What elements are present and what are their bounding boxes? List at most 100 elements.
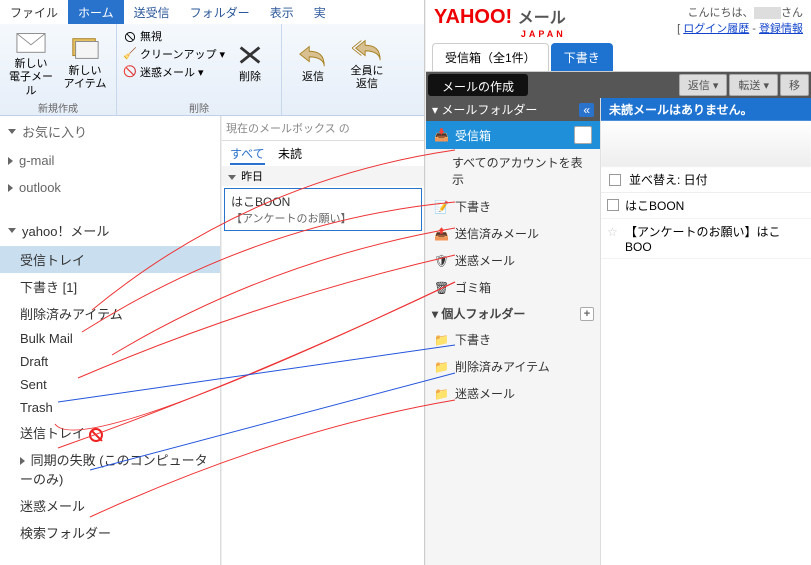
block-icon: 🚫: [123, 65, 137, 79]
filter-unread[interactable]: 未読: [278, 147, 302, 161]
group-delete-label: 削除: [123, 100, 275, 115]
message-item[interactable]: はこBOON 【アンケートのお願い】: [224, 188, 422, 231]
delete-button[interactable]: 削除: [225, 28, 275, 98]
y-folder-all-accounts[interactable]: すべてのアカウントを表示: [426, 149, 600, 193]
trash-icon: 🗑: [434, 281, 450, 295]
forbidden-icon: [89, 428, 103, 442]
reply-action[interactable]: 返信 ▾: [679, 74, 728, 96]
message-subject: 【アンケートのお願い】: [231, 210, 415, 226]
ribbon-tabs: ファイル ホーム 送受信 フォルダー 表示 実: [0, 0, 424, 24]
outlook-account[interactable]: outlook: [0, 174, 220, 201]
folder-deleted[interactable]: 削除済みアイテム: [0, 300, 220, 327]
yahoo-logo: YAHOO! メールJAPAN: [434, 4, 566, 39]
folder-trash[interactable]: Trash: [0, 396, 220, 419]
folder-outbox[interactable]: 送信トレイ: [0, 419, 220, 446]
checkbox[interactable]: [607, 199, 619, 211]
ribbon: 新しい 電子メール 新しい アイテム 新規作成 🛇無視 🧹クリーンアップ ▾ 🚫…: [0, 24, 424, 116]
personal-folder-header[interactable]: ▾ 個人フォルダー+: [426, 301, 600, 326]
gmail-account[interactable]: g-mail: [0, 147, 220, 174]
cleanup-button[interactable]: 🧹クリーンアップ ▾: [123, 46, 225, 62]
inbox-icon: 📥: [434, 128, 450, 142]
outlook-nav: お気に入り g-mail outlook yahoo！メール 受信トレイ 下書き…: [0, 116, 221, 565]
yahoo-folder-nav: ▾ メールフォルダー« 📥受信箱⟳ すべてのアカウントを表示 📝下書き 📤送信済…: [426, 98, 601, 565]
y-folder-trash[interactable]: 🗑ゴミ箱: [426, 274, 600, 301]
sent-icon: 📤: [434, 227, 450, 241]
y-message-1[interactable]: はこBOON: [601, 193, 811, 219]
ignore-icon: 🛇: [123, 29, 137, 43]
new-mail-label: 新しい 電子メール: [6, 58, 56, 98]
folder-drafts[interactable]: 下書き [1]: [0, 273, 220, 300]
junk-button[interactable]: 🚫迷惑メール ▾: [123, 64, 204, 80]
folder-icon: 📁: [434, 360, 450, 374]
folder-sent[interactable]: Sent: [0, 373, 220, 396]
new-item-label: 新しい アイテム: [64, 65, 107, 91]
folder-search[interactable]: 検索フォルダー: [0, 519, 220, 546]
favorites-header[interactable]: お気に入り: [0, 116, 220, 147]
reply-all-icon: [352, 35, 382, 63]
reply-all-label: 全員に 返信: [350, 65, 383, 91]
filter-all[interactable]: すべて: [230, 147, 265, 165]
tab-inbox[interactable]: 受信箱（全1件）: [432, 43, 549, 71]
move-action[interactable]: 移: [780, 74, 809, 96]
folder-sync-fail[interactable]: 同期の失敗 (このコンピューターのみ): [0, 446, 220, 492]
yahoo-pane: YAHOO! メールJAPAN こんにちは、xxxxxさん [ ログイン履歴 -…: [425, 0, 811, 565]
new-mail-button[interactable]: 新しい 電子メール: [6, 28, 56, 98]
outlook-pane: ファイル ホーム 送受信 フォルダー 表示 実 新しい 電子メール 新しい アイ…: [0, 0, 425, 565]
y-folder-inbox[interactable]: 📥受信箱⟳: [426, 121, 600, 149]
y-folder-junk[interactable]: 🛡迷惑メール: [426, 247, 600, 274]
outlook-message-list: 現在のメールボックス の すべて 未読 昨日 はこBOON 【アンケートのお願い…: [221, 116, 424, 565]
items-icon: [70, 35, 100, 63]
pf-deleted[interactable]: 📁削除済みアイテム: [426, 353, 600, 380]
delete-x-icon: [235, 41, 265, 69]
folder-junk[interactable]: 迷惑メール: [0, 492, 220, 519]
search-field[interactable]: 現在のメールボックス の: [222, 116, 424, 141]
folder-icon: 📁: [434, 387, 450, 401]
draft-icon: 📝: [434, 200, 450, 214]
unread-banner: 未読メールはありません。: [601, 98, 811, 121]
user-info: こんにちは、xxxxxさん [ ログイン履歴 - 登録情報: [677, 4, 803, 36]
reload-icon[interactable]: ⟳: [574, 126, 592, 144]
tab-home[interactable]: ホーム: [68, 0, 124, 24]
shield-icon: 🛡: [434, 254, 450, 268]
sort-row[interactable]: 並べ替え: 日付: [601, 167, 811, 193]
folder-bulk[interactable]: Bulk Mail: [0, 327, 220, 350]
checkbox[interactable]: [609, 174, 621, 186]
folder-inbox[interactable]: 受信トレイ: [0, 246, 220, 273]
reply-label: 返信: [302, 71, 324, 84]
y-folder-sent[interactable]: 📤送信済みメール: [426, 220, 600, 247]
tab-drafts[interactable]: 下書き: [551, 43, 613, 71]
tab-folder[interactable]: フォルダー: [180, 0, 260, 24]
mail-folder-header[interactable]: ▾ メールフォルダー«: [426, 98, 600, 121]
collapse-icon[interactable]: «: [579, 103, 594, 117]
add-folder-button[interactable]: +: [580, 307, 594, 321]
forward-action[interactable]: 転送 ▾: [729, 74, 778, 96]
ignore-button[interactable]: 🛇無視: [123, 28, 162, 44]
y-message-2[interactable]: ☆【アンケートのお願い】はこBOO: [601, 219, 811, 259]
blurred-area: [601, 121, 811, 167]
login-history-link[interactable]: ログイン履歴: [683, 23, 749, 35]
message-from: はこBOON: [231, 193, 415, 210]
tab-extra[interactable]: 実: [304, 0, 336, 24]
y-folder-drafts[interactable]: 📝下書き: [426, 193, 600, 220]
reg-info-link[interactable]: 登録情報: [759, 23, 803, 35]
broom-icon: 🧹: [123, 47, 137, 61]
tab-sendrecv[interactable]: 送受信: [124, 0, 180, 24]
mail-icon: [16, 28, 46, 56]
tab-file[interactable]: ファイル: [0, 0, 68, 24]
reply-icon: [298, 41, 328, 69]
yahoo-account[interactable]: yahoo！メール: [0, 215, 220, 246]
yahoo-message-pane: 未読メールはありません。 並べ替え: 日付 はこBOON ☆【アンケートのお願い…: [601, 98, 811, 565]
day-header: 昨日: [222, 166, 424, 186]
compose-button[interactable]: メールの作成: [428, 74, 528, 96]
delete-label: 削除: [239, 71, 261, 84]
reply-all-button[interactable]: 全員に 返信: [342, 28, 392, 98]
tab-view[interactable]: 表示: [260, 0, 304, 24]
group-new-label: 新規作成: [6, 100, 110, 115]
pf-junk[interactable]: 📁迷惑メール: [426, 380, 600, 407]
pf-drafts[interactable]: 📁下書き: [426, 326, 600, 353]
star-icon[interactable]: ☆: [607, 225, 618, 239]
folder-draft-en[interactable]: Draft: [0, 350, 220, 373]
reply-button[interactable]: 返信: [288, 28, 338, 98]
new-item-button[interactable]: 新しい アイテム: [60, 28, 110, 98]
folder-icon: 📁: [434, 333, 450, 347]
